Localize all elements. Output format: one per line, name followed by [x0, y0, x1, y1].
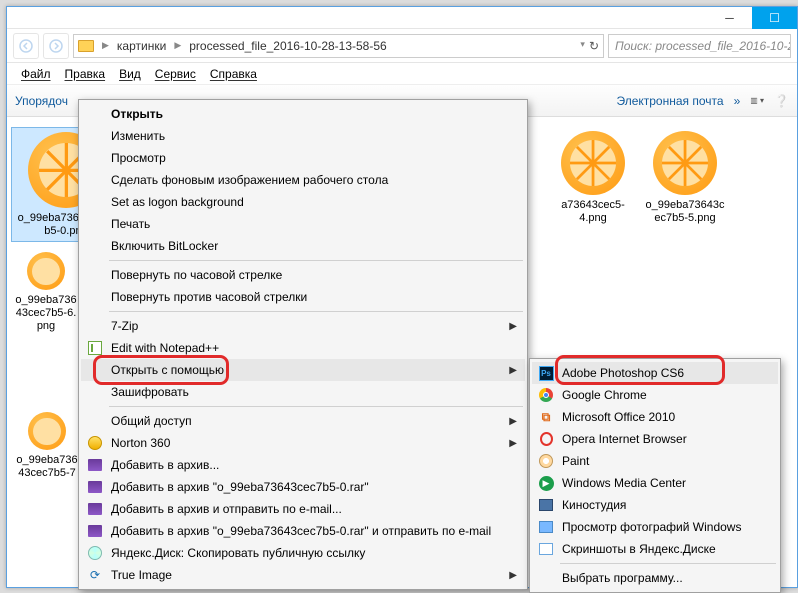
orange-icon [561, 131, 625, 195]
winrar-icon [87, 457, 103, 473]
file-label: o_99eba73643cec7b5-5.png [643, 199, 727, 224]
winrar-icon [87, 479, 103, 495]
chevron-down-icon[interactable]: ▾ [578, 39, 587, 53]
address-bar[interactable]: ▶ картинки ▶ processed_file_2016-10-28-1… [73, 34, 604, 58]
ctx-archive-named-email[interactable]: Добавить в архив "o_99eba73643cec7b5-0.r… [81, 520, 525, 542]
ctx-notepad[interactable]: Edit with Notepad++ [81, 337, 525, 359]
ctx-bitlocker[interactable]: Включить BitLocker [81, 235, 525, 257]
winrar-icon [87, 523, 103, 539]
chrome-icon [538, 387, 554, 403]
ctx-yadisk[interactable]: Яндекс.Диск: Скопировать публичную ссылк… [81, 542, 525, 564]
orange-icon [653, 131, 717, 195]
ctx-encrypt[interactable]: Зашифровать [81, 381, 525, 403]
ctx-trueimage[interactable]: ⟳True Image▶ [81, 564, 525, 586]
folder-icon [78, 40, 94, 52]
ctx-archive-email[interactable]: Добавить в архив и отправить по e-mail..… [81, 498, 525, 520]
chevron-icon[interactable]: » [734, 94, 741, 108]
app-mso[interactable]: ⧉Microsoft Office 2010 [532, 406, 778, 428]
photos-icon [538, 519, 554, 535]
orange-icon [27, 252, 65, 290]
breadcrumb[interactable]: processed_file_2016-10-28-13-58-56 [189, 39, 386, 53]
office-icon: ⧉ [538, 409, 554, 425]
email-button[interactable]: Электронная почта [616, 94, 723, 108]
winrar-icon [87, 501, 103, 517]
screenshot-icon [538, 541, 554, 557]
wmc-icon: ▶ [538, 475, 554, 491]
ctx-logon[interactable]: Set as logon background [81, 191, 525, 213]
app-choose[interactable]: Выбрать программу... [532, 567, 778, 589]
navbar: ▶ картинки ▶ processed_file_2016-10-28-1… [7, 29, 797, 63]
menu-edit[interactable]: Правка [65, 67, 106, 81]
paint-icon [538, 453, 554, 469]
ctx-wallpaper[interactable]: Сделать фоновым изображением рабочего ст… [81, 169, 525, 191]
film-icon [538, 497, 554, 513]
chevron-right-icon: ▶ [509, 438, 517, 449]
app-photoshop[interactable]: PsAdobe Photoshop CS6 [532, 362, 778, 384]
breadcrumb[interactable]: картинки [117, 39, 166, 53]
ctx-rotate-cw[interactable]: Повернуть по часовой стрелке [81, 264, 525, 286]
ctx-7zip[interactable]: 7-Zip▶ [81, 315, 525, 337]
file-label: o_99eba73643cec7b5-6.png [15, 294, 77, 332]
orange-icon [28, 412, 66, 450]
file-thumbnail[interactable]: a73643cec5-4.png [553, 127, 633, 242]
ctx-share[interactable]: Общий доступ▶ [81, 410, 525, 432]
menu-service[interactable]: Сервис [155, 67, 196, 81]
app-screenshots[interactable]: Скриншоты в Яндекс.Диске [532, 538, 778, 560]
file-thumbnail[interactable]: o_99eba73643cec7b5-5.png [639, 127, 731, 242]
app-paint[interactable]: Paint [532, 450, 778, 472]
norton-icon [87, 435, 103, 451]
chevron-right-icon: ▶ [100, 40, 111, 51]
refresh-icon[interactable]: ↻ [589, 39, 599, 53]
maximize-button[interactable]: ☐ [752, 7, 797, 29]
menu-view[interactable]: Вид [119, 67, 141, 81]
opera-icon [538, 431, 554, 447]
notepad-icon [87, 340, 103, 356]
chevron-right-icon: ▶ [172, 40, 183, 51]
menu-bar: Файл Правка Вид Сервис Справка [7, 63, 797, 85]
ctx-archive[interactable]: Добавить в архив... [81, 454, 525, 476]
back-button[interactable] [13, 33, 39, 59]
ctx-preview[interactable]: Просмотр [81, 147, 525, 169]
ctx-open[interactable]: Открыть [81, 103, 525, 125]
menu-file[interactable]: Файл [21, 67, 51, 81]
file-thumbnail[interactable]: o_99eba73643cec7b5-7 [11, 408, 83, 483]
trueimage-icon: ⟳ [87, 567, 103, 583]
photoshop-icon: Ps [538, 365, 554, 381]
minimize-button[interactable]: ─ [707, 7, 752, 29]
ctx-archive-named[interactable]: Добавить в архив "o_99eba73643cec7b5-0.r… [81, 476, 525, 498]
ctx-rotate-ccw[interactable]: Повернуть против часовой стрелки [81, 286, 525, 308]
search-input[interactable]: Поиск: processed_file_2016-10-28- [608, 34, 791, 58]
file-label: o_99eba73643cec7b5-7 [15, 454, 79, 479]
context-menu: Открыть Изменить Просмотр Сделать фоновы… [78, 99, 528, 590]
ctx-edit[interactable]: Изменить [81, 125, 525, 147]
app-kino[interactable]: Киностудия [532, 494, 778, 516]
app-photos[interactable]: Просмотр фотографий Windows [532, 516, 778, 538]
ctx-norton[interactable]: Norton 360▶ [81, 432, 525, 454]
titlebar: ─ ☐ [7, 7, 797, 29]
menu-help[interactable]: Справка [210, 67, 257, 81]
forward-button[interactable] [43, 33, 69, 59]
chevron-right-icon: ▶ [509, 321, 517, 332]
yandex-disk-icon [87, 545, 103, 561]
app-wmc[interactable]: ▶Windows Media Center [532, 472, 778, 494]
chevron-right-icon: ▶ [509, 365, 517, 376]
file-thumbnail[interactable]: o_99eba73643cec7b5-6.png [11, 248, 81, 336]
app-chrome[interactable]: Google Chrome [532, 384, 778, 406]
file-label: a73643cec5-4.png [557, 199, 629, 224]
view-options-icon[interactable]: ▥ ▾ [750, 96, 764, 105]
chevron-right-icon: ▶ [509, 416, 517, 427]
ctx-open-with[interactable]: Открыть с помощью▶ [81, 359, 525, 381]
app-opera[interactable]: Opera Internet Browser [532, 428, 778, 450]
chevron-right-icon: ▶ [509, 570, 517, 581]
open-with-submenu: PsAdobe Photoshop CS6 Google Chrome ⧉Mic… [529, 358, 781, 593]
ctx-print[interactable]: Печать [81, 213, 525, 235]
help-icon[interactable]: ❔ [774, 94, 789, 108]
organize-button[interactable]: Упорядоч [15, 94, 68, 108]
